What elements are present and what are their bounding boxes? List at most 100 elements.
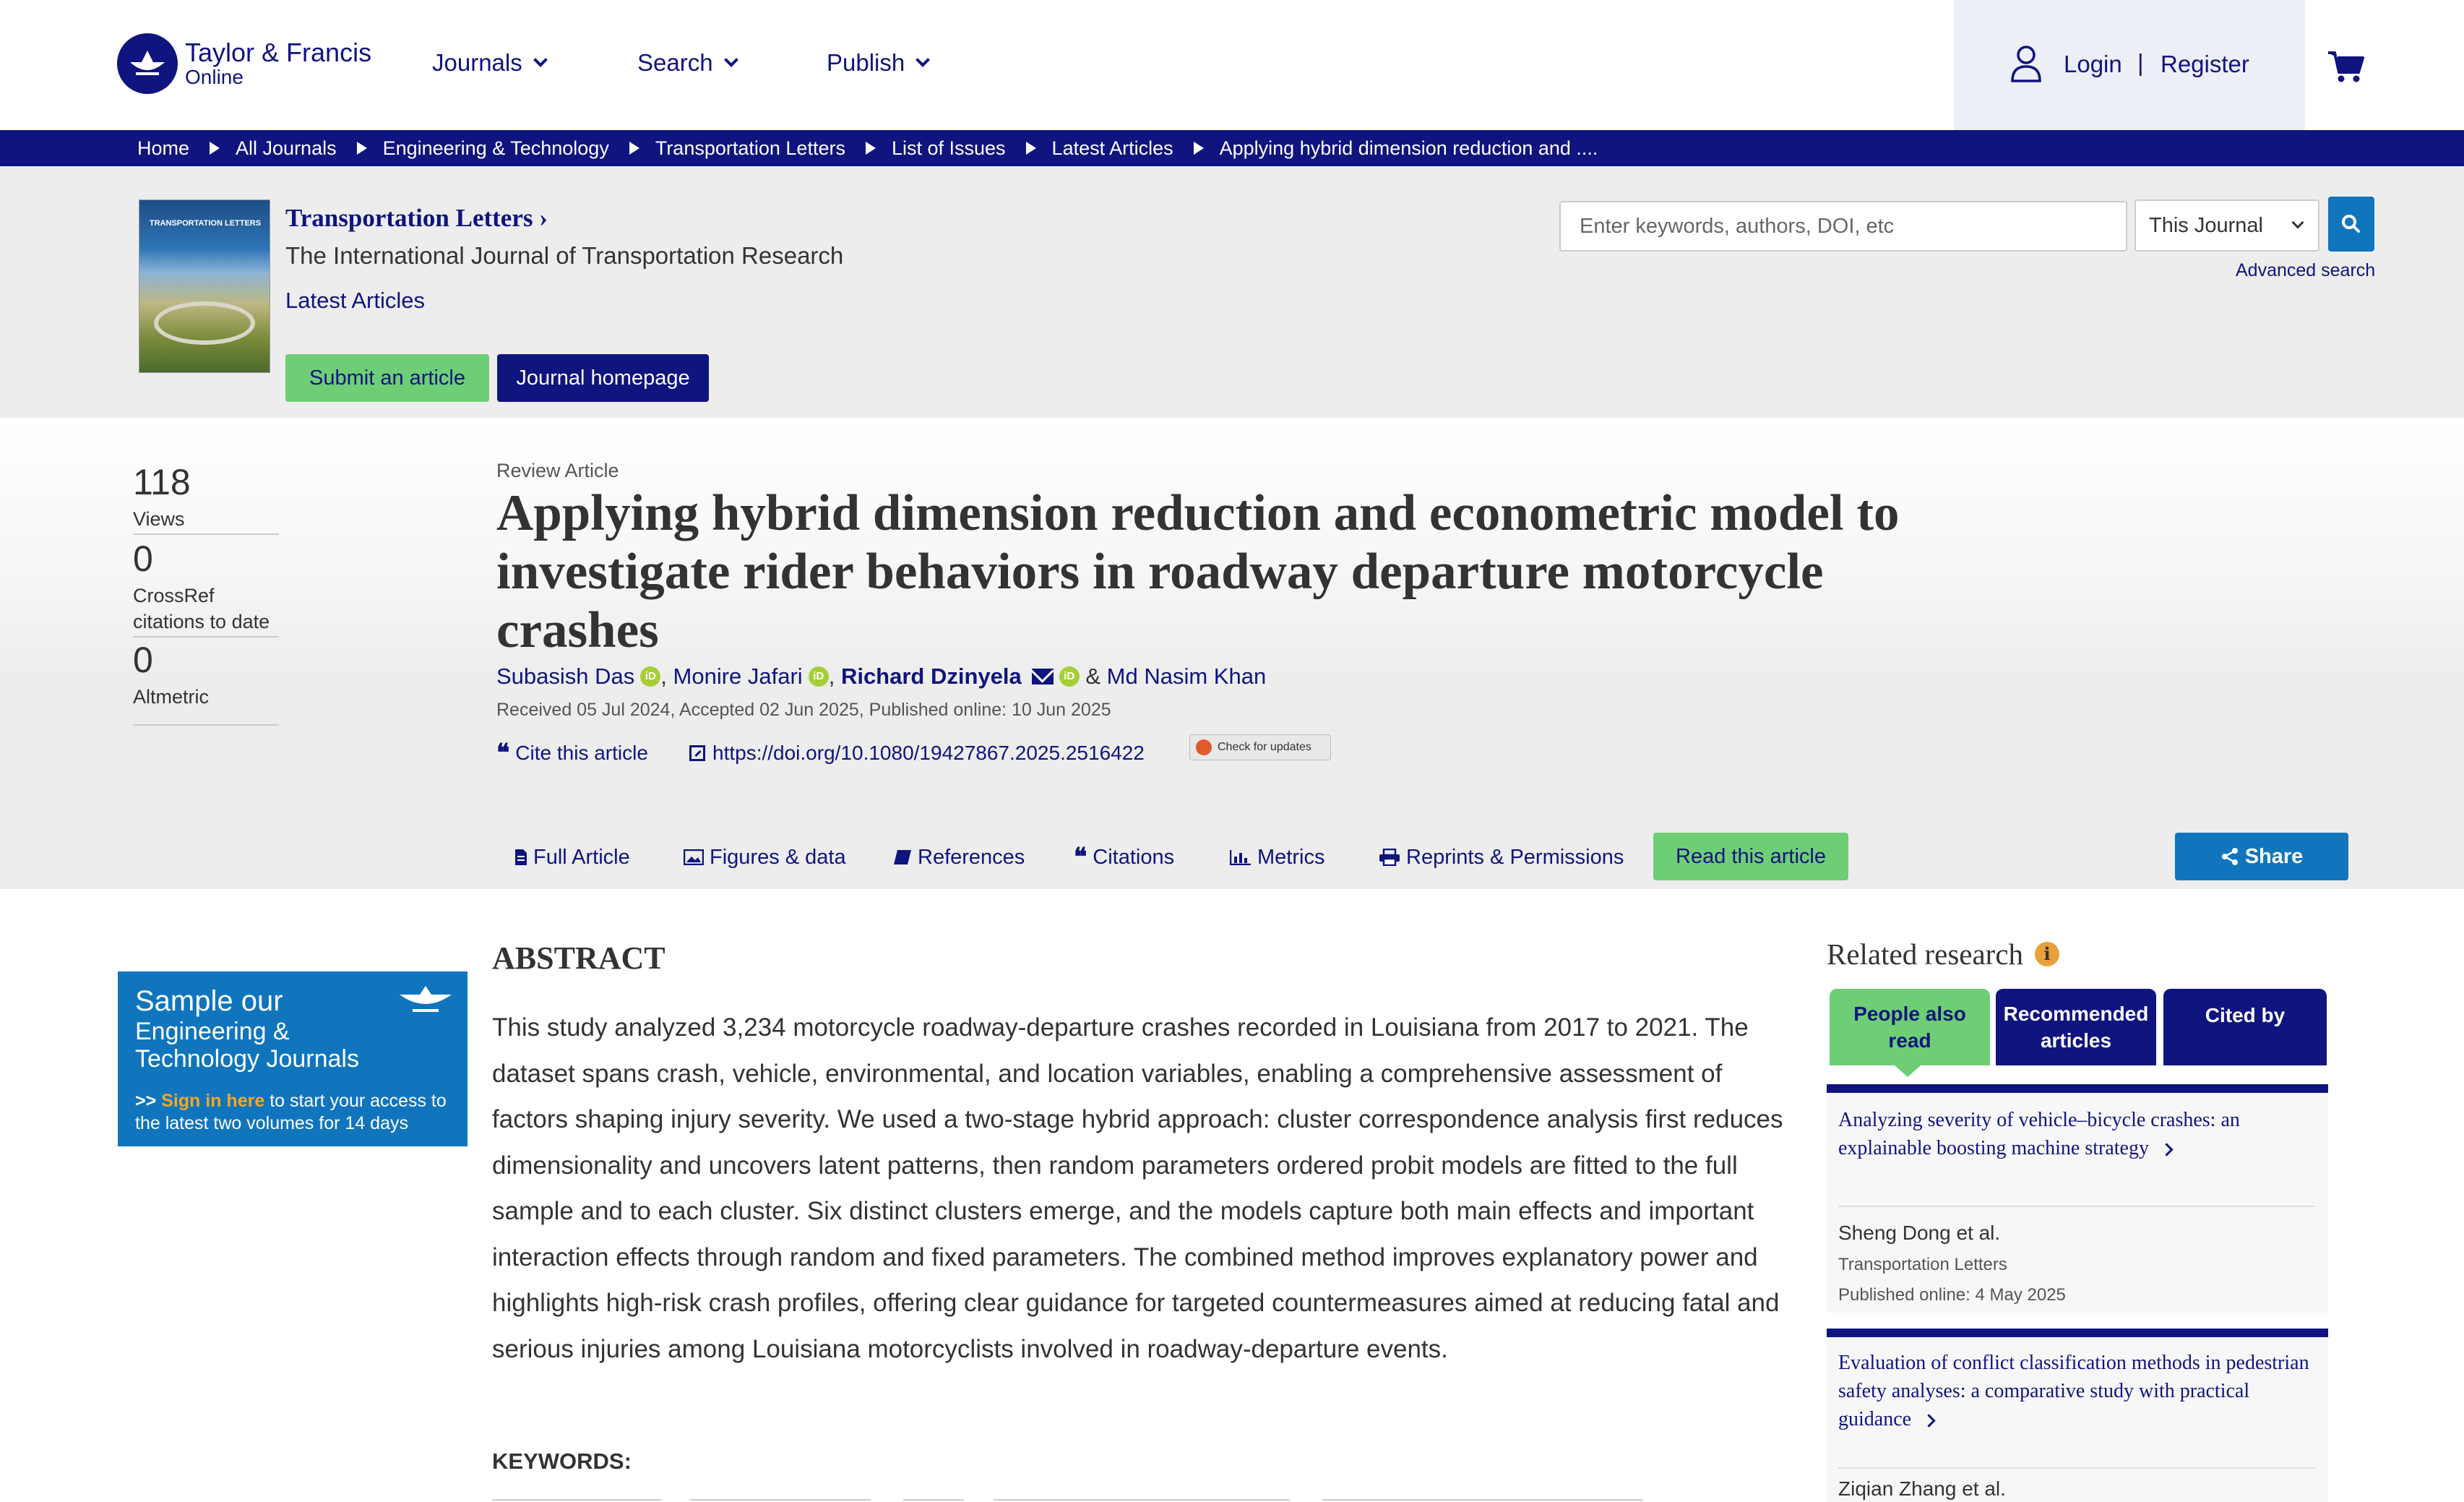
search-scope-value: This Journal [2149, 213, 2263, 237]
nav-journals-label: Journals [432, 49, 522, 76]
latest-articles-link[interactable]: Latest Articles [285, 288, 425, 314]
tab-figures-data[interactable]: Figures & data [684, 833, 846, 882]
tab-people-also-read[interactable]: People also read [1830, 989, 1990, 1065]
search-input[interactable] [1559, 201, 2127, 252]
cover-title: TRANSPORTATION LETTERS [149, 219, 262, 228]
breadcrumb-engineering[interactable]: Engineering & Technology [383, 137, 609, 160]
author-link[interactable]: Subasish Das [496, 664, 634, 690]
nav-journals[interactable]: Journals [432, 49, 548, 77]
breadcrumb-current-article: Applying hybrid dimension reduction and … [1219, 137, 1598, 159]
tab-metrics[interactable]: Metrics [1230, 833, 1324, 882]
chevron-down-icon [916, 53, 931, 67]
submit-article-button[interactable]: Submit an article [285, 354, 489, 402]
user-icon [2011, 46, 2041, 82]
email-icon[interactable] [1031, 669, 1054, 685]
altmetric-label: Altmetric [133, 686, 210, 708]
related-article-journal: Transportation Letters [1838, 1255, 2007, 1274]
related-article-author: Ziqian Zhang et al. [1838, 1477, 2006, 1500]
logo-line2: Online [185, 66, 244, 89]
share-button[interactable]: Share [2175, 833, 2348, 880]
sample-journals-ad[interactable]: Sample our Engineering & Technology Jour… [118, 971, 468, 1146]
taylor-francis-logo[interactable]: Taylor & Francis Online [117, 33, 371, 94]
tab-full-article[interactable]: Full Article [514, 833, 630, 882]
image-icon [684, 849, 704, 865]
search-button[interactable] [2328, 197, 2374, 252]
active-tab-pointer [1895, 1065, 1921, 1077]
info-icon[interactable]: i [2035, 942, 2060, 966]
keyword-underline [690, 1499, 871, 1501]
crossref-label: CrossRef citations to date [133, 585, 270, 632]
breadcrumb-arrow-icon [865, 142, 876, 155]
journal-title-link[interactable]: Transportation Letters › [285, 204, 548, 233]
orcid-icon[interactable]: iD [640, 666, 661, 687]
related-article-link[interactable]: Evaluation of conflict classification me… [1838, 1349, 2315, 1433]
search-icon [2342, 215, 2360, 233]
journal-title: Transportation Letters [285, 204, 533, 232]
site-header: Taylor & Francis Online Journals Search … [0, 0, 2464, 130]
breadcrumb-latest-articles[interactable]: Latest Articles [1052, 137, 1173, 160]
author-separator: , [828, 664, 841, 689]
views-count: 118 [133, 462, 191, 502]
article-header: 118 Views 0 CrossRef citations to date 0… [0, 418, 2464, 889]
advanced-search-link[interactable]: Advanced search [2236, 260, 2375, 281]
author-link[interactable]: Monire Jafari [673, 664, 803, 690]
cite-article-label: Cite this article [515, 742, 648, 764]
journal-banner: TRANSPORTATION LETTERS Transportation Le… [0, 166, 2464, 441]
check-for-updates-button[interactable]: Check for updates [1189, 734, 1331, 760]
keywords-label: KEYWORDS: [492, 1449, 632, 1474]
related-research-title: Related research [1827, 937, 2024, 971]
breadcrumb-home[interactable]: Home [137, 137, 189, 160]
logo-line1: Taylor & Francis [185, 38, 372, 68]
tab-citations[interactable]: ❝ Citations [1074, 833, 1174, 882]
tab-reprints-permissions-label: Reprints & Permissions [1406, 845, 1624, 869]
metric-divider [133, 724, 279, 726]
nav-publish[interactable]: Publish [827, 49, 931, 77]
views-label: Views [133, 508, 185, 530]
nav-search[interactable]: Search [637, 49, 738, 77]
shopping-cart-icon[interactable] [2328, 51, 2364, 82]
share-label: Share [2244, 844, 2304, 868]
journal-cover-image[interactable]: TRANSPORTATION LETTERS [139, 199, 270, 373]
login-separator: | [2137, 49, 2144, 76]
journal-homepage-button[interactable]: Journal homepage [497, 354, 709, 402]
author-link[interactable]: Md Nasim Khan [1107, 664, 1267, 690]
orcid-icon[interactable]: iD [1059, 666, 1080, 687]
chevron-down-icon [533, 53, 548, 67]
metric-divider [133, 533, 279, 535]
tab-reprints-permissions[interactable]: Reprints & Permissions [1379, 833, 1624, 882]
doi-url: https://doi.org/10.1080/19427867.2025.25… [712, 742, 1145, 764]
article-type: Review Article [496, 460, 619, 481]
altmetric-count: 0 [133, 640, 153, 680]
tab-references[interactable]: References [893, 833, 1025, 882]
check-updates-label: Check for updates [1218, 741, 1311, 753]
read-article-button[interactable]: Read this article [1653, 833, 1848, 880]
related-card-divider [1838, 1467, 2315, 1469]
book-icon [894, 850, 911, 864]
author-link[interactable]: Richard Dzinyela [841, 664, 1022, 690]
bar-chart-icon [1230, 850, 1251, 865]
login-link[interactable]: Login [2064, 51, 2122, 78]
print-icon [1379, 849, 1400, 866]
chevron-right-icon: › [539, 204, 548, 232]
breadcrumb-all-journals[interactable]: All Journals [236, 137, 337, 160]
breadcrumb: Home All Journals Engineering & Technolo… [0, 130, 2464, 166]
ad-body: >> Sign in here to start your access to … [135, 1090, 468, 1135]
author-list: Subasish Das iD , Monire Jafari iD , Ric… [496, 664, 1266, 690]
doi-link[interactable]: https://doi.org/10.1080/19427867.2025.25… [689, 742, 1145, 765]
tab-citations-label: Citations [1093, 845, 1175, 869]
external-link-icon [689, 745, 705, 761]
search-scope-select[interactable]: This Journal [2135, 199, 2319, 252]
metric-divider [133, 636, 279, 638]
orcid-icon[interactable]: iD [808, 666, 829, 687]
teacup-icon [400, 986, 452, 1012]
cite-article-link[interactable]: ❝ Cite this article [496, 741, 648, 765]
register-link[interactable]: Register [2161, 51, 2249, 78]
ad-sign-in-link[interactable]: Sign in here [161, 1091, 264, 1111]
tab-cited-by[interactable]: Cited by [2163, 989, 2327, 1065]
related-article-link[interactable]: Analyzing severity of vehicle–bicycle cr… [1838, 1106, 2315, 1162]
tab-figures-data-label: Figures & data [710, 845, 846, 869]
breadcrumb-list-of-issues[interactable]: List of Issues [892, 137, 1006, 160]
breadcrumb-transportation-letters[interactable]: Transportation Letters [655, 137, 845, 160]
quote-icon: ❝ [1074, 843, 1087, 872]
tab-recommended-articles[interactable]: Recommended articles [1996, 989, 2156, 1065]
